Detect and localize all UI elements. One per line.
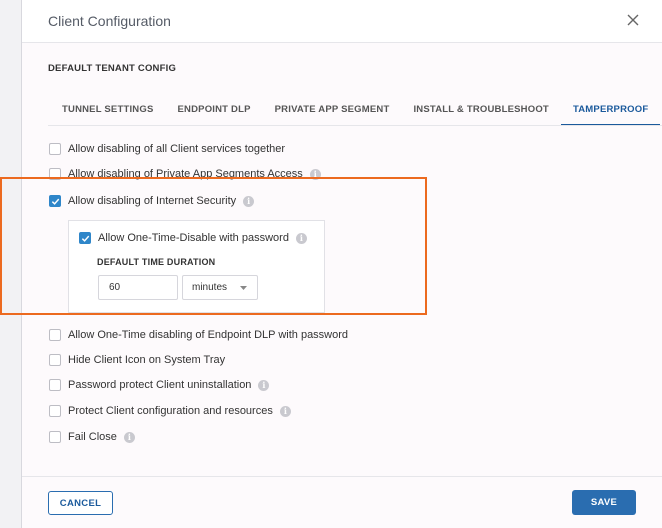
client-configuration-dialog: Client Configuration DEFAULT TENANT CONF… <box>21 0 662 528</box>
info-icon[interactable]: i <box>295 232 307 244</box>
tab-tunnel-settings[interactable]: TUNNEL SETTINGS <box>50 96 166 126</box>
info-icon[interactable]: i <box>123 431 135 443</box>
option-label: Allow disabling of Private App Segments … <box>68 168 303 180</box>
info-icon[interactable]: i <box>258 379 270 391</box>
checkbox-protect-config[interactable] <box>49 405 61 417</box>
checkbox-disable-all-services[interactable] <box>49 143 61 155</box>
option-label: Protect Client configuration and resourc… <box>68 405 273 417</box>
check-icon <box>51 198 59 205</box>
duration-input[interactable] <box>98 275 178 300</box>
checkbox-fail-close[interactable] <box>49 431 61 443</box>
checkbox-disable-internet-security[interactable] <box>49 195 61 207</box>
option-fail-close: Fail Close i <box>49 430 135 444</box>
option-hide-tray-icon: Hide Client Icon on System Tray <box>49 353 225 367</box>
checkbox-disable-private-app[interactable] <box>49 168 61 180</box>
tab-bar: TUNNEL SETTINGS ENDPOINT DLP PRIVATE APP… <box>50 96 661 126</box>
option-label: Password protect Client uninstallation <box>68 379 252 391</box>
tab-install-troubleshoot[interactable]: INSTALL & TROUBLESHOOT <box>401 96 560 126</box>
section-title: DEFAULT TENANT CONFIG <box>48 63 177 74</box>
page-backdrop <box>0 0 22 528</box>
dialog-footer: CANCEL SAVE <box>22 476 662 528</box>
duration-unit-value: minutes <box>192 282 228 293</box>
tab-endpoint-dlp[interactable]: ENDPOINT DLP <box>166 96 263 126</box>
checkbox-hide-tray-icon[interactable] <box>49 354 61 366</box>
info-icon[interactable]: i <box>279 405 291 417</box>
tab-private-app-segment[interactable]: PRIVATE APP SEGMENT <box>263 96 402 126</box>
close-icon <box>627 14 639 26</box>
option-disable-private-app: Allow disabling of Private App Segments … <box>49 167 321 181</box>
dialog-header: Client Configuration <box>22 0 662 43</box>
chevron-down-icon <box>240 286 247 290</box>
duration-unit-select[interactable]: minutes <box>182 275 258 300</box>
info-icon[interactable]: i <box>243 195 255 207</box>
dialog-title: Client Configuration <box>48 13 171 29</box>
option-label: Allow disabling of Internet Security <box>68 195 237 207</box>
one-time-disable-panel: Allow One-Time-Disable with password i D… <box>68 220 325 313</box>
tabs-divider <box>48 125 662 126</box>
option-label: Allow One-Time disabling of Endpoint DLP… <box>68 329 349 341</box>
option-label: Hide Client Icon on System Tray <box>68 354 226 366</box>
cancel-button[interactable]: CANCEL <box>48 491 113 515</box>
duration-label: DEFAULT TIME DURATION <box>97 257 216 267</box>
info-icon[interactable]: i <box>309 168 321 180</box>
option-label: Allow disabling of all Client services t… <box>68 143 286 155</box>
checkbox-password-uninstall[interactable] <box>49 379 61 391</box>
option-protect-config: Protect Client configuration and resourc… <box>49 404 291 418</box>
option-one-time-endpoint-dlp: Allow One-Time disabling of Endpoint DLP… <box>49 328 348 342</box>
option-label: Fail Close <box>68 431 117 443</box>
check-icon <box>81 235 89 242</box>
option-label: Allow One-Time-Disable with password <box>98 232 289 244</box>
checkbox-one-time-endpoint-dlp[interactable] <box>49 329 61 341</box>
close-button[interactable] <box>623 10 643 30</box>
checkbox-one-time-disable[interactable] <box>79 232 91 244</box>
option-password-uninstall: Password protect Client uninstallation i <box>49 378 270 392</box>
option-disable-internet-security: Allow disabling of Internet Security i <box>49 194 255 208</box>
save-button[interactable]: SAVE <box>572 490 636 515</box>
option-one-time-disable: Allow One-Time-Disable with password i <box>79 231 307 245</box>
tab-tamperproof[interactable]: TAMPERPROOF <box>560 96 661 126</box>
option-disable-all-services: Allow disabling of all Client services t… <box>49 142 285 156</box>
